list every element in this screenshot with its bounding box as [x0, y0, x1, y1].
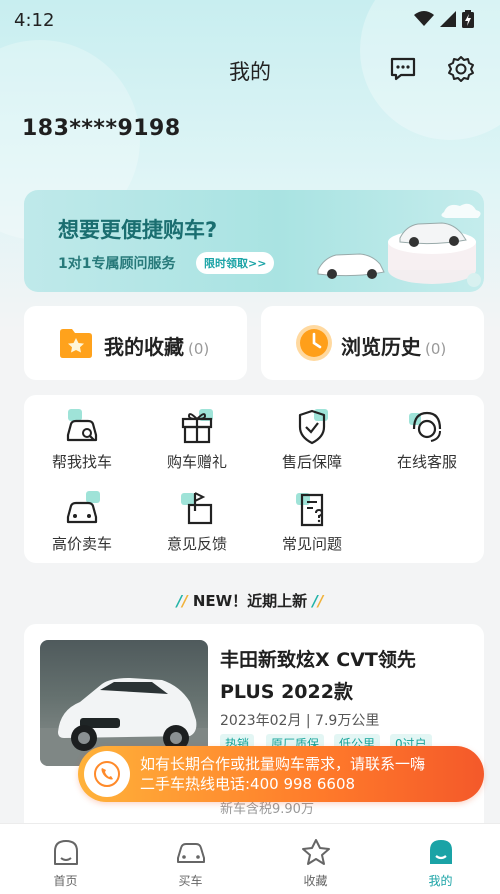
bottom-tab-bar: 首页 买车 收藏 我的	[0, 823, 500, 894]
decoration-slash: /	[317, 592, 324, 610]
new-arrivals-title: NEW！近期上新	[192, 592, 308, 610]
tab-label: 我的	[428, 874, 453, 888]
feedback-icon	[175, 489, 219, 529]
tab-label: 收藏	[303, 874, 328, 888]
consultant-banner[interactable]: 想要更便捷购车? 1对1专属顾问服务 限时领取>>	[24, 190, 484, 292]
car-listing-card[interactable]: 丰田新致炫X CVT领先PLUS 2022款 2023年02月 | 7.9万公里…	[24, 624, 484, 854]
favorites-card[interactable]: 我的收藏 (0)	[24, 306, 247, 380]
service-label: 帮我找车	[51, 453, 112, 471]
service-online-support[interactable]: 在线客服	[369, 407, 485, 472]
user-phone[interactable]: 183****9198	[22, 116, 181, 141]
message-button[interactable]	[388, 54, 418, 84]
tab-mine[interactable]: 我的	[378, 838, 500, 889]
phone-icon	[84, 751, 130, 797]
decoration-slash: /	[182, 592, 188, 610]
settings-button[interactable]	[446, 54, 476, 84]
tab-buy-car[interactable]: 买车	[128, 838, 253, 889]
hotline-line2: 二手车热线电话:400 998 6608	[140, 775, 356, 793]
gift-icon	[175, 407, 219, 447]
service-label: 高价卖车	[51, 535, 112, 553]
find-car-icon	[60, 407, 104, 447]
history-card[interactable]: 浏览历史 (0)	[261, 306, 484, 380]
message-icon	[390, 57, 416, 81]
gear-icon	[448, 56, 474, 82]
favorites-count: (0)	[188, 340, 210, 358]
hotline-banner[interactable]: 如有长期合作或批量购车需求，请联系一嗨 二手车热线电话:400 998 6608	[78, 746, 484, 802]
tab-favorites[interactable]: 收藏	[253, 838, 378, 889]
clock-icon	[296, 325, 332, 361]
banner-title: 想要更便捷购车?	[58, 218, 218, 242]
service-gift[interactable]: 购车赠礼	[139, 407, 255, 472]
car-meta: 2023年02月 | 7.9万公里	[220, 713, 380, 729]
service-label: 在线客服	[396, 453, 457, 471]
faq-icon	[290, 489, 334, 529]
banner-claim-button[interactable]: 限时领取>>	[196, 252, 275, 274]
service-label: 意见反馈	[166, 535, 227, 553]
car-title: 丰田新致炫X CVT领先PLUS 2022款	[220, 649, 416, 703]
service-label: 购车赠礼	[166, 453, 227, 471]
shield-icon	[290, 407, 334, 447]
history-label: 浏览历史	[341, 335, 421, 359]
sell-car-icon	[60, 489, 104, 529]
tab-label: 首页	[53, 874, 78, 888]
favorites-label: 我的收藏	[104, 335, 184, 359]
wifi-icon	[414, 11, 434, 26]
service-feedback[interactable]: 意见反馈	[139, 489, 255, 554]
history-count: (0)	[425, 340, 447, 358]
service-label: 售后保障	[281, 453, 342, 471]
signal-icon	[440, 11, 456, 27]
hotline-line1: 如有长期合作或批量购车需求，请联系一嗨	[140, 755, 426, 773]
home-icon	[53, 840, 78, 865]
service-find-car[interactable]: 帮我找车	[24, 407, 140, 472]
banner-subtitle: 1对1专属顾问服务	[58, 256, 176, 272]
status-icons	[414, 10, 474, 28]
tab-label: 买车	[178, 874, 203, 888]
status-bar: 4:12	[0, 0, 500, 40]
car-icon	[176, 843, 205, 863]
service-after-sales[interactable]: 售后保障	[254, 407, 370, 472]
profile-icon	[429, 840, 452, 864]
status-time: 4:12	[14, 10, 55, 31]
new-arrivals-header: // NEW！近期上新 //	[0, 590, 500, 611]
star-icon	[301, 839, 330, 865]
tab-home[interactable]: 首页	[3, 838, 128, 889]
service-sell-car[interactable]: 高价卖车	[24, 489, 140, 554]
folder-icon	[60, 329, 92, 358]
services-card: 帮我找车 购车赠礼 售后保障 在线客服 高价卖车 意见反馈 常见问题	[24, 395, 484, 563]
hotline-text: 如有长期合作或批量购车需求，请联系一嗨 二手车热线电话:400 998 6608	[140, 754, 425, 794]
banner-cars-illustration	[317, 203, 481, 287]
page-title: 我的	[229, 60, 271, 84]
headset-icon	[405, 407, 449, 447]
battery-icon	[462, 10, 474, 28]
service-label: 常见问题	[281, 535, 342, 553]
service-faq[interactable]: 常见问题	[254, 489, 370, 554]
